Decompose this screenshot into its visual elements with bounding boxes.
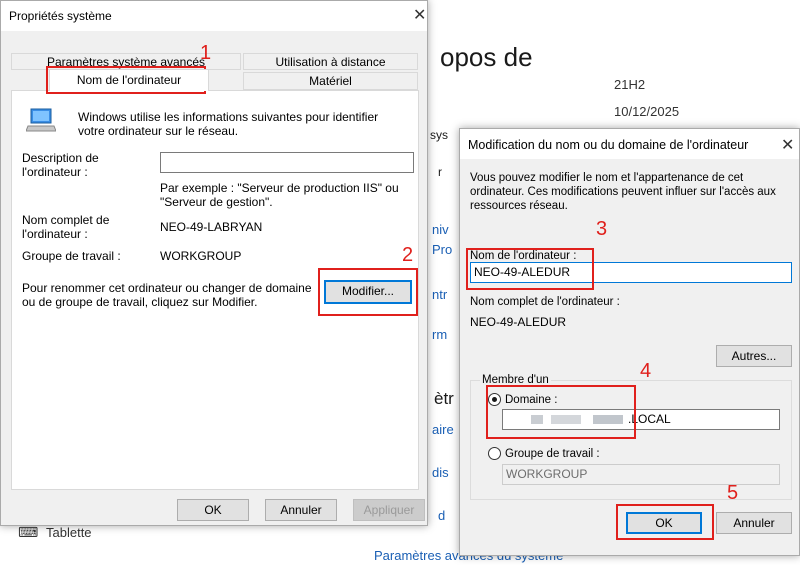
member-of-label: Membre d'un: [480, 373, 551, 387]
rename-dialog-title: Modification du nom ou du domaine de l'o…: [468, 138, 749, 152]
tab-hardware[interactable]: Matériel: [243, 72, 418, 90]
ok-button[interactable]: OK: [177, 499, 249, 521]
rename-instructions: Pour renommer cet ordinateur ou changer …: [22, 281, 312, 309]
bg-fragment-etr: ètr: [434, 389, 454, 408]
bg-fragment-r: r: [438, 165, 442, 179]
ok-button[interactable]: OK: [626, 512, 702, 534]
domain-radio[interactable]: [488, 393, 501, 406]
computer-name-field[interactable]: NEO-49-ALEDUR: [470, 262, 792, 283]
workgroup-radio[interactable]: [488, 447, 501, 460]
full-name-label: Nom complet de l'ordinateur :: [470, 296, 620, 308]
tab-advanced[interactable]: Paramètres système avancés: [11, 53, 241, 70]
bg-fragment-pro[interactable]: Pro: [432, 242, 452, 257]
description-label: Description de l'ordinateur :: [22, 151, 99, 179]
full-name-value: NEO-49-LABRYAN: [160, 220, 263, 234]
bg-fragment-aire[interactable]: aire: [432, 422, 454, 437]
cancel-button[interactable]: Annuler: [265, 499, 337, 521]
tablet-label: Tablette: [46, 525, 92, 540]
bg-fragment-d[interactable]: d: [438, 508, 445, 523]
workgroup-value: WORKGROUP: [160, 249, 242, 263]
rename-dialog-titlebar: Modification du nom ou du domaine de l'o…: [460, 129, 799, 159]
cancel-button[interactable]: Annuler: [716, 512, 792, 534]
system-properties-title: Propriétés système: [9, 9, 112, 23]
description-field[interactable]: [160, 152, 414, 173]
bg-fragment-ntr[interactable]: ntr: [432, 287, 447, 302]
close-icon[interactable]: ✕: [413, 5, 426, 25]
domain-field[interactable]: .LOCAL: [502, 409, 780, 430]
install-date-value: 10/12/2025: [614, 104, 680, 119]
close-icon[interactable]: ✕: [781, 135, 794, 155]
apply-button[interactable]: Appliquer: [353, 499, 425, 521]
tab-computer-name[interactable]: Nom de l'ordinateur: [49, 69, 209, 91]
bg-fragment-dis[interactable]: dis: [432, 465, 449, 480]
info-text: Windows utilise les informations suivant…: [78, 110, 379, 138]
modify-button[interactable]: Modifier...: [324, 280, 412, 304]
domain-suffix: .LOCAL: [628, 412, 671, 426]
computer-name-label: Nom de l'ordinateur :: [470, 250, 577, 262]
workgroup-label: Groupe de travail :: [505, 448, 600, 460]
computer-icon: [25, 107, 57, 133]
system-properties-titlebar: Propriétés système ✕: [1, 1, 427, 31]
tablet-icon: ⌨: [18, 524, 39, 540]
redacted-domain-prefix: [551, 415, 581, 424]
full-name-label: Nom complet de l'ordinateur :: [22, 213, 110, 241]
example-text: Par exemple : "Serveur de production IIS…: [160, 181, 399, 209]
workgroup-label: Groupe de travail :: [22, 249, 121, 263]
bg-fragment-niv[interactable]: niv: [432, 222, 449, 237]
bg-fragment-rm[interactable]: rm: [432, 327, 447, 342]
domain-label: Domaine :: [505, 394, 558, 406]
bg-fragment-sys: sys: [430, 128, 448, 142]
computer-name-panel: Windows utilise les informations suivant…: [11, 90, 419, 490]
system-properties-dialog: Propriétés système ✕ Paramètres système …: [0, 0, 428, 526]
rename-intro-text: Vous pouvez modifier le nom et l'apparte…: [470, 172, 776, 212]
redacted-domain-prefix: [593, 415, 623, 424]
tab-remote[interactable]: Utilisation à distance: [243, 53, 418, 70]
rename-dialog: Modification du nom ou du domaine de l'o…: [459, 128, 800, 556]
full-name-value: NEO-49-ALEDUR: [470, 315, 567, 329]
workgroup-field[interactable]: WORKGROUP: [502, 464, 780, 485]
about-heading-fragment: opos de: [440, 42, 533, 72]
more-button[interactable]: Autres...: [716, 345, 792, 367]
version-value: 21H2: [614, 77, 646, 92]
redacted-domain-prefix: [531, 415, 543, 424]
